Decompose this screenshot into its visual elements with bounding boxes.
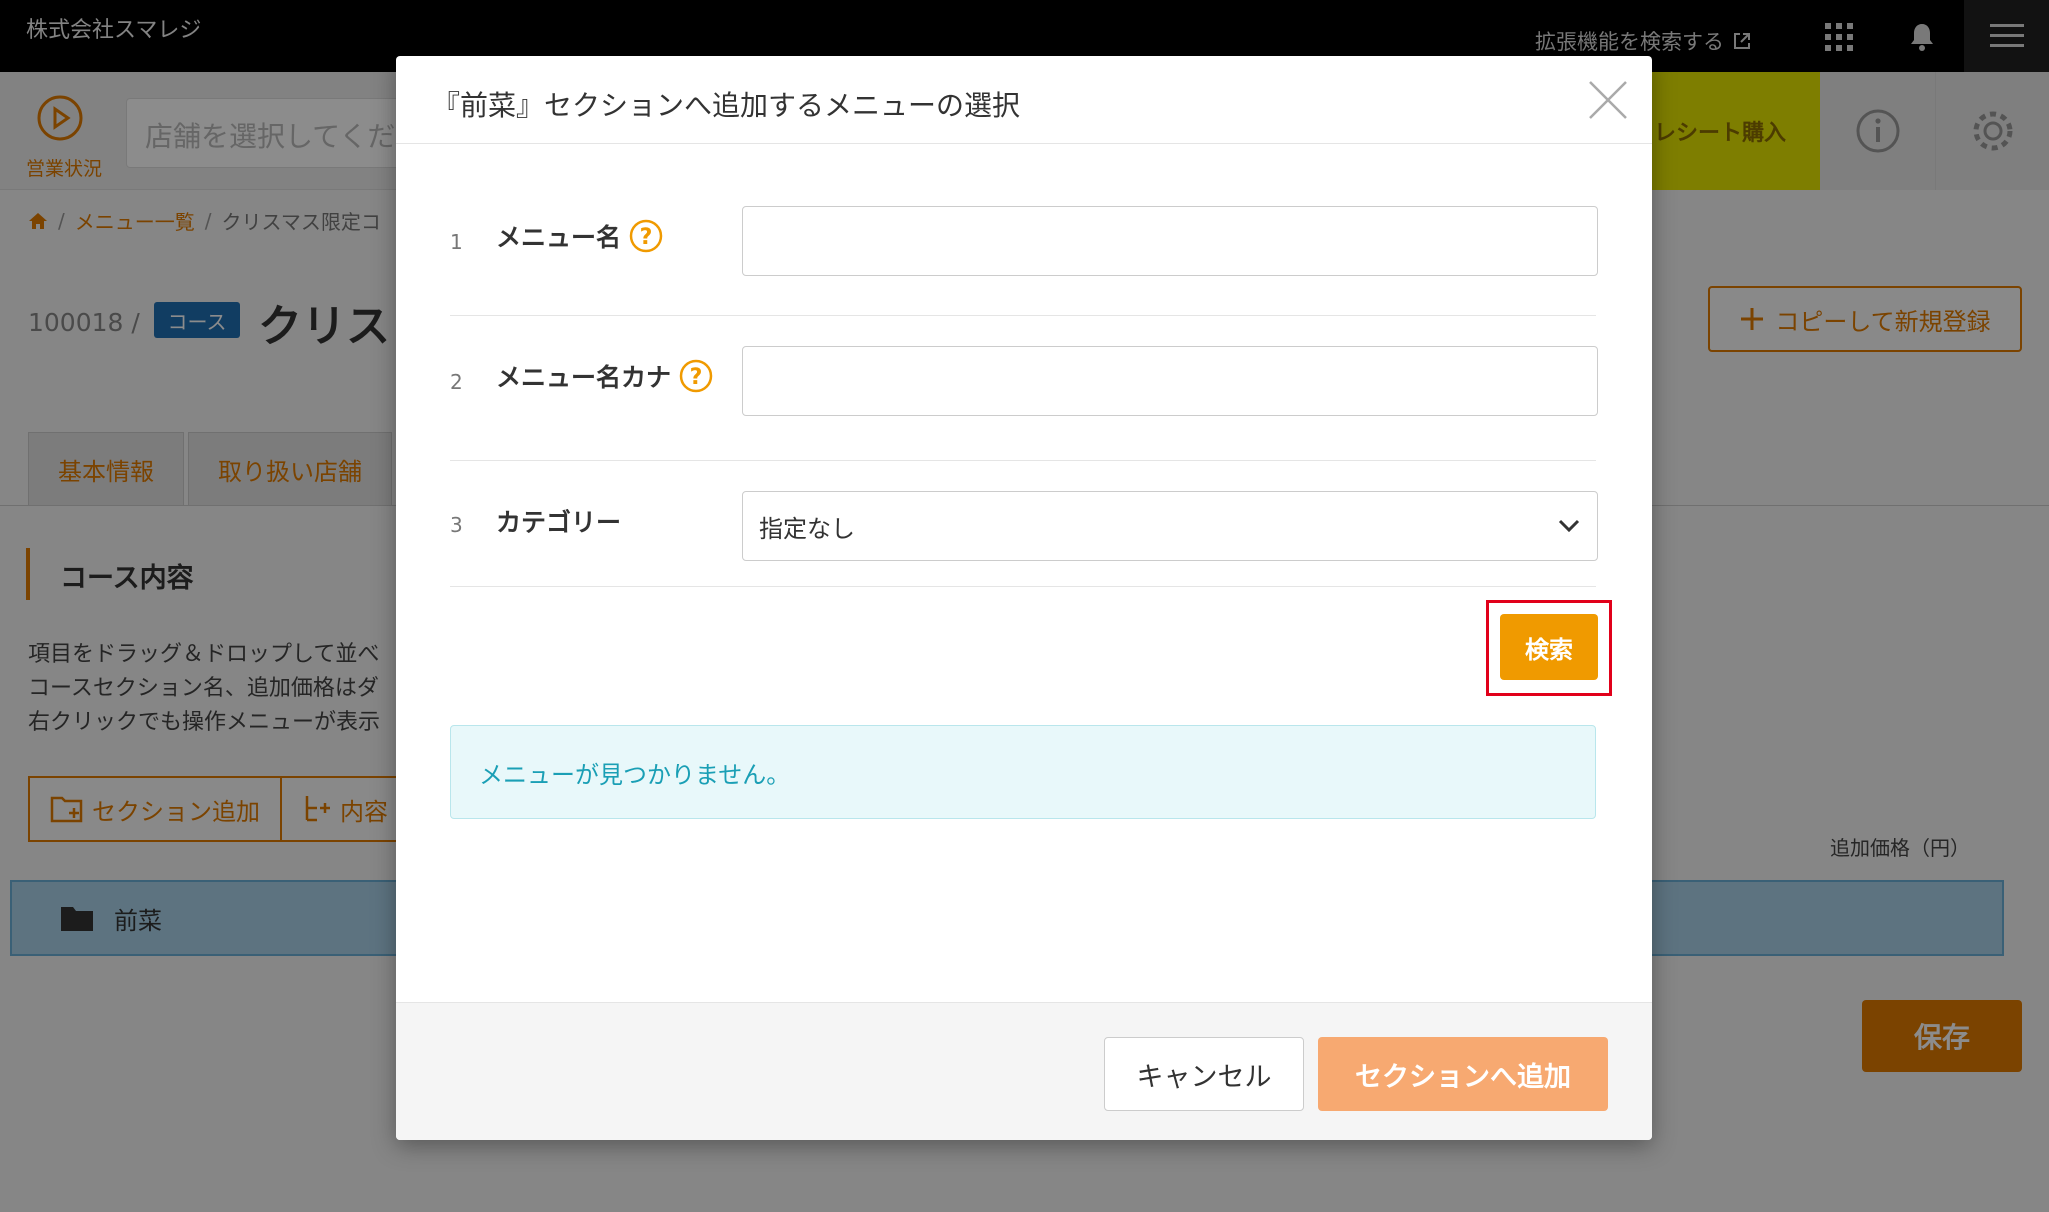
menu-kana-input[interactable] [742,346,1598,416]
menu-name-input[interactable] [742,206,1598,276]
row-number: 3 [450,513,463,537]
help-question-icon[interactable]: ? [629,219,663,253]
form-row-menu-name: 1 メニュー名 ? [450,166,1598,316]
chevron-down-icon [1558,519,1580,533]
close-icon[interactable] [1586,78,1630,122]
cancel-button[interactable]: キャンセル [1104,1037,1304,1111]
category-label: カテゴリー [496,508,622,537]
form-row-category: 3 カテゴリー 指定なし [450,461,1598,587]
no-results-notice: メニューが見つかりません。 [450,725,1596,819]
add-to-section-button[interactable]: セクションへ追加 [1318,1037,1608,1111]
category-selected-value: 指定なし [759,514,855,543]
modal-footer: キャンセル セクションへ追加 [396,1002,1652,1140]
form-row-menu-kana: 2 メニュー名カナ ? [450,316,1598,461]
modal-header: 『前菜』セクションへ追加するメニューの選択 [396,56,1652,144]
menu-select-modal: 『前菜』セクションへ追加するメニューの選択 1 メニュー名 ? 2 メニュー名カ… [396,56,1652,1140]
svg-text:?: ? [690,365,703,390]
row-number: 1 [450,230,463,254]
row-number: 2 [450,370,463,394]
help-question-icon[interactable]: ? [679,359,713,393]
category-select[interactable]: 指定なし [742,491,1598,561]
menu-name-label-text: メニュー名 [496,223,622,252]
svg-text:?: ? [640,225,653,250]
modal-title: 『前菜』セクションへ追加するメニューの選択 [432,89,1021,122]
menu-name-label: メニュー名 ? [496,218,663,254]
search-button[interactable]: 検索 [1500,614,1598,680]
menu-kana-label: メニュー名カナ ? [496,358,713,394]
menu-kana-label-text: メニュー名カナ [496,363,672,392]
